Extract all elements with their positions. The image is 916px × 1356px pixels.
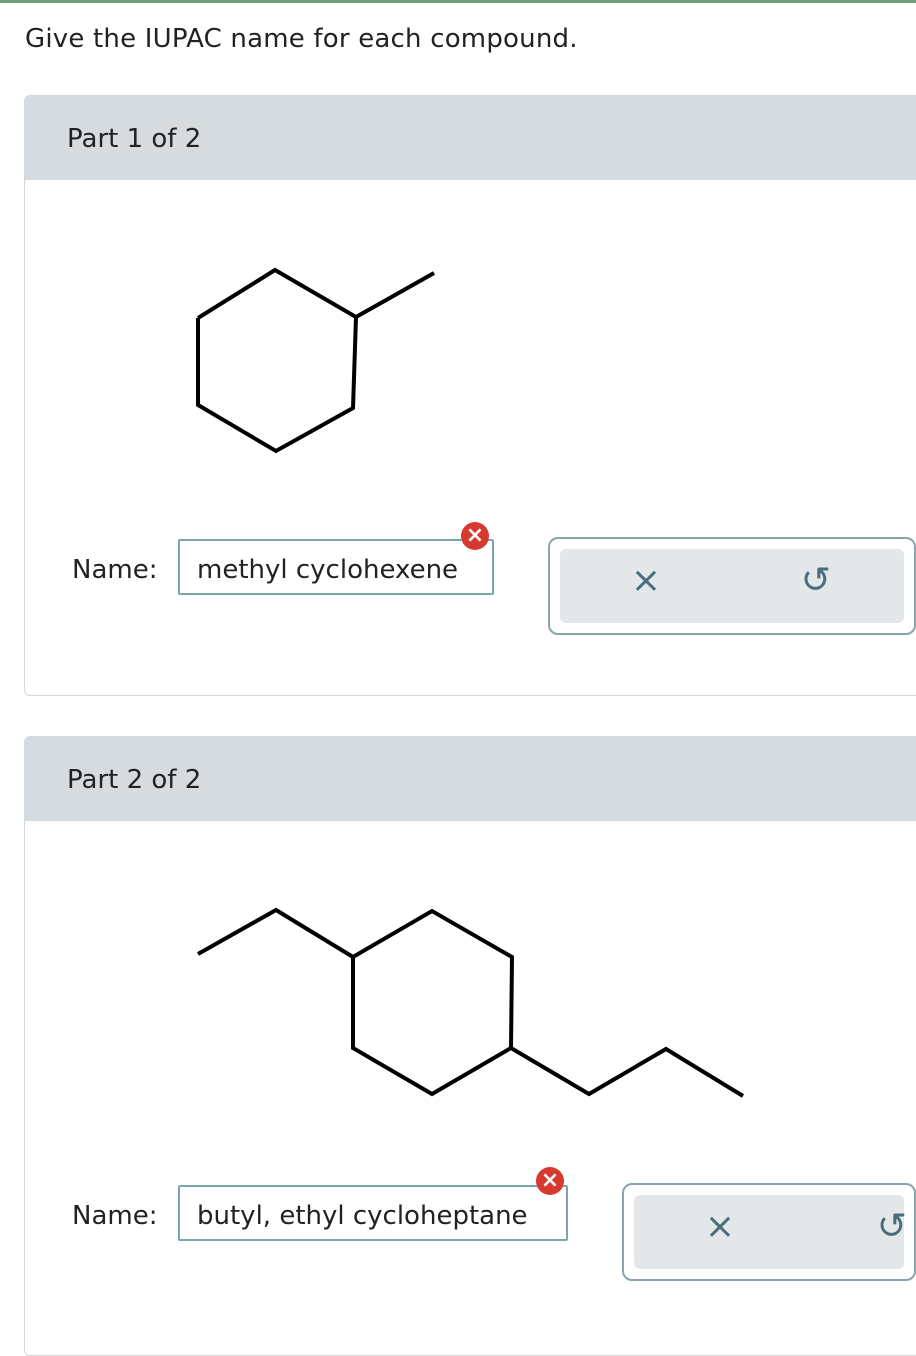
ring-bonds <box>196 267 359 454</box>
instruction-text: Give the IUPAC name for each compound. <box>25 24 578 54</box>
part-1-toolbar-inner <box>560 549 904 623</box>
part-1-error-icon: × <box>461 522 489 550</box>
part-2-error-icon: × <box>536 1167 564 1195</box>
top-accent-bar <box>0 0 916 3</box>
part-1-title: Part 1 of 2 <box>67 124 202 154</box>
part-2-toolbar-inner <box>634 1195 904 1269</box>
part-1-reset-icon[interactable]: ↺ <box>794 559 838 603</box>
part-1-name-label: Name: <box>72 555 158 585</box>
methylcyclohexane-structure <box>196 267 435 454</box>
part-2-reset-icon[interactable]: ↺ <box>870 1205 914 1249</box>
part-2-header: Part 2 of 2 <box>25 737 916 821</box>
part-2-clear-icon[interactable]: × <box>698 1205 742 1249</box>
part-1-clear-icon[interactable]: × <box>624 559 668 603</box>
part-2-name-label: Name: <box>72 1201 158 1231</box>
propyl-bonds <box>509 1046 745 1098</box>
part-1-toolbar: × ↺ <box>548 537 916 635</box>
part-2-title: Part 2 of 2 <box>67 765 202 795</box>
ring-bonds <box>351 908 515 1097</box>
ethyl-bonds <box>197 907 355 959</box>
part-1-header: Part 1 of 2 <box>25 96 916 180</box>
substituted-cyclohexane-structure <box>197 907 745 1098</box>
methyl-bond <box>355 271 435 319</box>
part-1-answer-input[interactable]: methyl cyclohexene <box>178 539 494 595</box>
part-2-toolbar: × ↺ <box>622 1183 916 1281</box>
part-2-answer-input[interactable]: butyl, ethyl cycloheptane <box>178 1185 568 1241</box>
